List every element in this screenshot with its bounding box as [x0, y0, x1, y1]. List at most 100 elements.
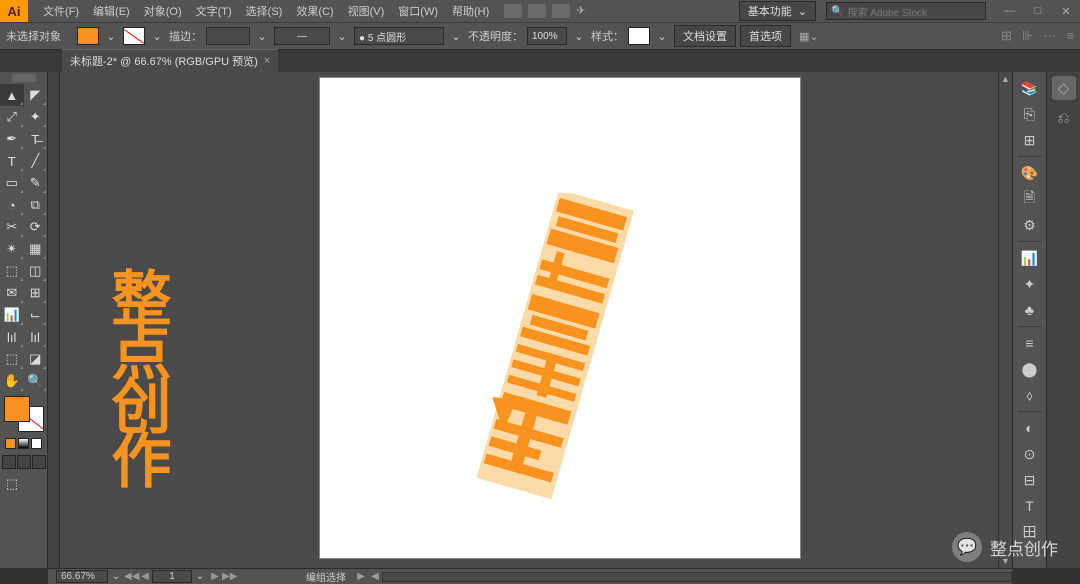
- menu-view[interactable]: 视图(V): [341, 0, 392, 22]
- tool-9-0[interactable]: ✉: [0, 282, 24, 304]
- tool-6-0[interactable]: ✂: [0, 216, 24, 238]
- stroke-swatch[interactable]: [123, 27, 145, 45]
- align-icon[interactable]: ▦⌄: [799, 30, 819, 43]
- stroke-weight-input[interactable]: [206, 27, 250, 45]
- tool-7-0[interactable]: ✴: [0, 238, 24, 260]
- close-button[interactable]: ✕: [1052, 0, 1080, 22]
- fill-dropdown[interactable]: ⌄: [103, 30, 119, 43]
- tool-2-0[interactable]: ✒: [0, 128, 24, 150]
- panel-icon-9[interactable]: ✦: [1018, 272, 1042, 296]
- sw-none[interactable]: [31, 438, 42, 449]
- draw-normal[interactable]: [2, 455, 16, 469]
- artboard[interactable]: [320, 78, 800, 558]
- search-stock-input[interactable]: 🔍 搜索 Adobe Stock: [826, 2, 986, 20]
- zoom-input[interactable]: 66.67%: [56, 570, 108, 583]
- sw-gradient[interactable]: [18, 438, 29, 449]
- vertical-scrollbar[interactable]: ▲ ▼: [998, 72, 1012, 568]
- menu-edit[interactable]: 编辑(E): [86, 0, 137, 22]
- panel-icon-6[interactable]: ⚙: [1018, 213, 1042, 237]
- stroke-dropdown[interactable]: ⌄: [149, 30, 165, 43]
- shape-icon[interactable]: ⋯: [1043, 28, 1056, 44]
- stroke-weight-dropdown[interactable]: ⌄: [254, 30, 270, 43]
- brush-definition[interactable]: ● 5 点圆形: [354, 27, 444, 45]
- panel-icon-12[interactable]: ≡: [1018, 331, 1042, 355]
- maximize-button[interactable]: □: [1024, 0, 1052, 22]
- vstroke-profile[interactable]: —: [274, 27, 330, 45]
- tool-13-0[interactable]: ✋: [0, 370, 24, 392]
- bridge-icon[interactable]: [504, 4, 522, 18]
- artboard-first[interactable]: ◀◀: [124, 571, 138, 582]
- horizontal-scrollbar[interactable]: ▶ ◀: [354, 571, 1012, 582]
- panel-icon-10[interactable]: ♣: [1018, 298, 1042, 322]
- panel-icon-5[interactable]: 🗎: [1018, 187, 1042, 211]
- screen-mode-button[interactable]: ⬚: [0, 473, 24, 495]
- scroll-up[interactable]: ▲: [999, 72, 1012, 86]
- tool-0-1[interactable]: ◤: [24, 84, 48, 106]
- tool-12-0[interactable]: ⬚: [0, 348, 24, 370]
- menu-help[interactable]: 帮助(H): [445, 0, 496, 22]
- tool-6-1[interactable]: ⟳: [24, 216, 48, 238]
- menu-object[interactable]: 对象(O): [137, 0, 189, 22]
- layers-icon[interactable]: ◇: [1052, 76, 1076, 100]
- align-panel-icon[interactable]: ⊪: [1022, 28, 1033, 44]
- artboard-next[interactable]: ▶: [208, 571, 222, 582]
- menu-select[interactable]: 选择(S): [239, 0, 290, 22]
- panel-icon-0[interactable]: 📚: [1018, 76, 1042, 100]
- panel-icon-17[interactable]: ⊙: [1018, 442, 1042, 466]
- panel-icon-13[interactable]: ⬤: [1018, 357, 1042, 381]
- gpu-icon[interactable]: ✈: [576, 4, 594, 18]
- fill-color[interactable]: [4, 396, 30, 422]
- panel-icon-2[interactable]: ⊞: [1018, 128, 1042, 152]
- color-picker[interactable]: [4, 396, 44, 432]
- artboard-last[interactable]: ▶▶: [222, 571, 236, 582]
- menu-window[interactable]: 窗口(W): [391, 0, 445, 22]
- draw-behind[interactable]: [17, 455, 31, 469]
- artboard-number[interactable]: 1: [152, 570, 192, 583]
- tool-5-0[interactable]: ◔: [0, 194, 24, 216]
- document-tab[interactable]: 未标题-2* @ 66.67% (RGB/GPU 预览) ×: [62, 49, 278, 72]
- tool-1-1[interactable]: ✦: [24, 106, 48, 128]
- tool-3-1[interactable]: ╱: [24, 150, 48, 172]
- libraries-icon[interactable]: ⎌: [1052, 106, 1076, 130]
- tool-10-1[interactable]: ⌙: [24, 304, 48, 326]
- tool-7-1[interactable]: ▦: [24, 238, 48, 260]
- tool-10-0[interactable]: 📊: [0, 304, 24, 326]
- panel-icon-19[interactable]: T: [1018, 494, 1042, 518]
- document-tab-close[interactable]: ×: [264, 55, 270, 67]
- panel-icon-16[interactable]: ◐: [1018, 416, 1042, 440]
- transform-icon[interactable]: ⊞: [1001, 28, 1012, 44]
- style-swatch[interactable]: [628, 27, 650, 45]
- tool-1-0[interactable]: ⤢: [0, 106, 24, 128]
- tool-8-0[interactable]: ⬚: [0, 260, 24, 282]
- tool-8-1[interactable]: ◫: [24, 260, 48, 282]
- opacity-input[interactable]: 100%: [527, 27, 567, 45]
- panel-icon-18[interactable]: ⊟: [1018, 468, 1042, 492]
- preferences-button[interactable]: 首选项: [740, 25, 791, 47]
- minimize-button[interactable]: —: [996, 0, 1024, 22]
- menu-effect[interactable]: 效果(C): [289, 0, 340, 22]
- tool-0-0[interactable]: ▲: [0, 84, 24, 106]
- tool-4-0[interactable]: ▭: [0, 172, 24, 194]
- canvas-area[interactable]: 整点创作: [60, 72, 1012, 568]
- artwork[interactable]: [450, 193, 650, 503]
- panel-icon-14[interactable]: ⬨: [1018, 383, 1042, 407]
- options-icon[interactable]: ≡: [1066, 28, 1074, 44]
- workspace-switcher[interactable]: 基本功能 ⌄: [739, 1, 816, 21]
- arrange-icon[interactable]: [552, 4, 570, 18]
- artboard-prev[interactable]: ◀: [138, 571, 152, 582]
- tool-4-1[interactable]: ✎: [24, 172, 48, 194]
- menu-file[interactable]: 文件(F): [36, 0, 86, 22]
- left-panel-strip[interactable]: [48, 72, 60, 568]
- panel-icon-4[interactable]: 🎨: [1018, 161, 1042, 185]
- tool-3-0[interactable]: T: [0, 150, 24, 172]
- tool-12-1[interactable]: ◪: [24, 348, 48, 370]
- tool-5-1[interactable]: ⧉: [24, 194, 48, 216]
- tool-11-1[interactable]: lıl: [24, 326, 48, 348]
- fill-swatch[interactable]: [77, 27, 99, 45]
- sw-color[interactable]: [5, 438, 16, 449]
- tool-9-1[interactable]: ⊞: [24, 282, 48, 304]
- tool-11-0[interactable]: lıl: [0, 326, 24, 348]
- menu-type[interactable]: 文字(T): [189, 0, 239, 22]
- toolbox-grip[interactable]: [12, 74, 36, 82]
- stock-icon[interactable]: [528, 4, 546, 18]
